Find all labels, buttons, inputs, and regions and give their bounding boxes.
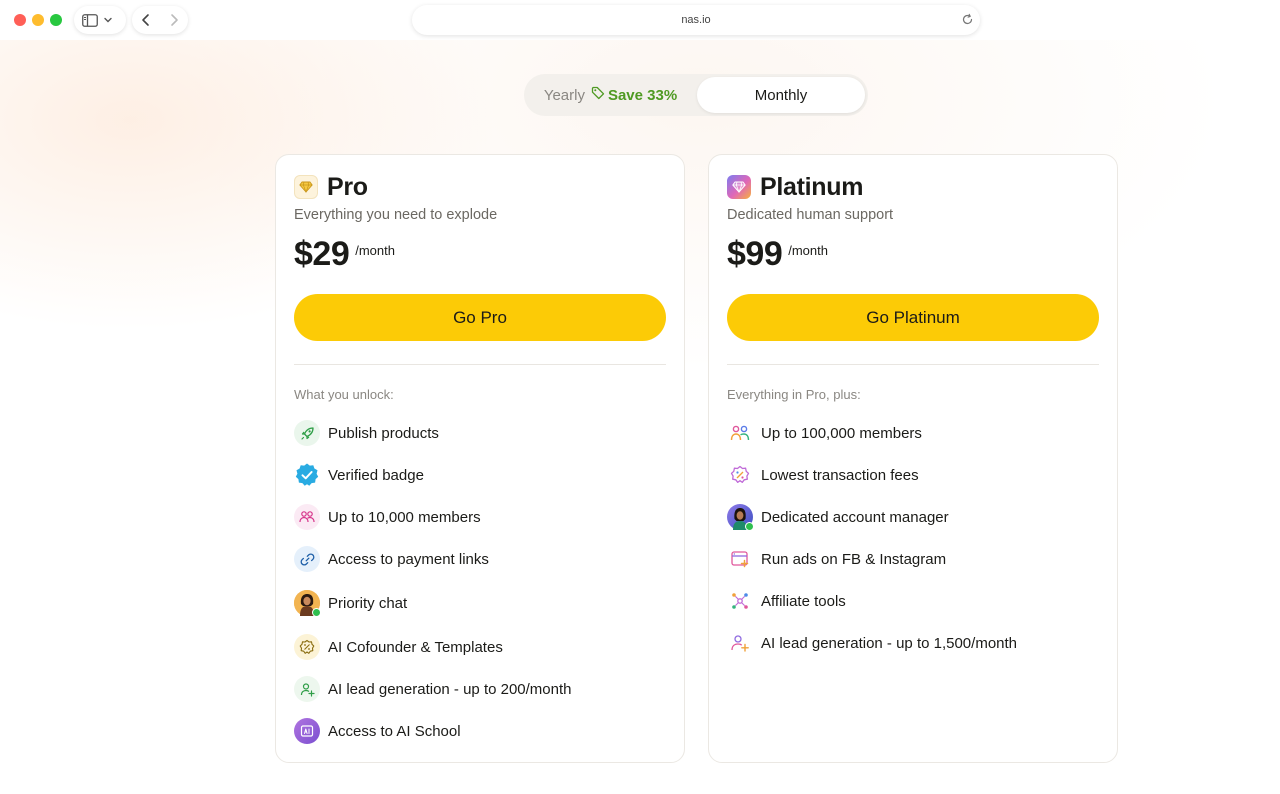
plan-price: $29 [294,235,350,273]
online-status-dot [312,608,321,617]
feature-label: Priority chat [328,594,408,612]
online-status-dot [745,522,754,531]
price-period: /month [788,243,828,258]
list-item: Lowest transaction fees [727,454,1099,496]
sidebar-icon[interactable] [82,13,98,27]
plan-subtitle: Dedicated human support [727,207,894,223]
lead-generation-icon [727,630,753,656]
feature-label: Lowest transaction fees [761,466,919,484]
address-url: nas.io [681,14,711,26]
members-icon [727,420,753,446]
feature-label: AI lead generation - up to 200/month [328,680,572,698]
feature-label: AI lead generation - up to 1,500/month [761,634,1018,652]
list-item: Up to 100,000 members [727,412,1099,454]
divider [294,364,666,365]
list-item: Dedicated account manager [727,496,1099,538]
price-row: $29 /month [294,235,666,273]
plan-header: Platinum [727,173,1099,201]
lead-generation-icon [294,676,320,702]
feature-list: Up to 100,000 members Lowest transaction… [727,412,1099,664]
feature-label: Run ads on FB & Instagram [761,550,947,568]
tag-icon [591,86,605,104]
list-item: Verified badge [294,454,666,496]
price-period: /month [355,243,395,258]
monthly-label: Monthly [754,86,808,104]
members-icon [294,504,320,530]
monthly-option[interactable]: Monthly [697,77,865,113]
gem-icon [727,175,751,199]
ai-cofounder-icon [294,634,320,660]
list-item: Affiliate tools [727,580,1099,622]
rocket-icon [294,420,320,446]
back-arrow-icon[interactable] [140,13,152,27]
transaction-fee-icon [727,462,753,488]
ads-icon [727,546,753,572]
diamond-icon [294,175,318,199]
platinum-plan-card: Platinum Dedicated human support $99 /mo… [708,154,1118,763]
yearly-label: Yearly [543,86,585,104]
go-pro-button[interactable]: Go Pro [294,294,666,341]
features-heading: Everything in Pro, plus: [727,387,861,402]
feature-label: Dedicated account manager [761,508,949,526]
list-item: Priority chat [294,580,666,626]
list-item: AI Cofounder & Templates [294,626,666,668]
verified-badge-icon [294,462,320,488]
feature-label: Up to 100,000 members [761,424,922,442]
list-item: Access to payment links [294,538,666,580]
feature-label: Verified badge [328,466,424,484]
avatar-chat-icon [294,590,321,617]
forward-arrow-icon[interactable] [168,13,180,27]
feature-label: Affiliate tools [761,592,846,610]
affiliate-icon [727,588,753,614]
price-row: $99 /month [727,235,1099,273]
plan-name: Pro [327,172,368,201]
list-item: AI lead generation - up to 200/month [294,668,666,710]
save-badge: Save 33% [591,86,677,104]
plan-price: $99 [727,235,783,273]
feature-label: Up to 10,000 members [328,508,481,526]
list-item: Run ads on FB & Instagram [727,538,1099,580]
plan-subtitle: Everything you need to explode [294,207,498,223]
history-nav-group [132,6,188,34]
sidebar-toggle-group [74,6,126,34]
save-label: Save 33% [607,86,678,104]
feature-label: Access to AI School [328,722,461,740]
chevron-down-icon[interactable] [102,14,114,26]
address-bar[interactable]: nas.io [412,5,980,35]
ai-school-icon [294,718,320,744]
minimize-window-button[interactable] [32,14,44,26]
feature-label: Access to payment links [328,550,489,568]
list-item: AI lead generation - up to 1,500/month [727,622,1099,664]
reload-icon[interactable] [961,13,974,31]
pro-plan-card: Pro Everything you need to explode $29 /… [275,154,685,763]
payment-link-icon [294,546,320,572]
features-heading: What you unlock: [294,387,394,402]
billing-period-toggle: Yearly Save 33% Monthly [524,74,868,116]
plan-header: Pro [294,173,666,201]
list-item: Access to AI School [294,710,666,752]
feature-label: AI Cofounder & Templates [328,638,503,656]
account-manager-icon [727,504,754,531]
yearly-option[interactable]: Yearly Save 33% [527,77,694,113]
list-item: Up to 10,000 members [294,496,666,538]
list-item: Publish products [294,412,666,454]
close-window-button[interactable] [14,14,26,26]
go-platinum-button[interactable]: Go Platinum [727,294,1099,341]
feature-label: Publish products [328,424,439,442]
plan-name: Platinum [760,172,864,201]
divider [727,364,1099,365]
browser-toolbar: nas.io [0,0,1280,40]
maximize-window-button[interactable] [50,14,62,26]
feature-list: Publish products Verified badge Up to 10… [294,412,666,752]
